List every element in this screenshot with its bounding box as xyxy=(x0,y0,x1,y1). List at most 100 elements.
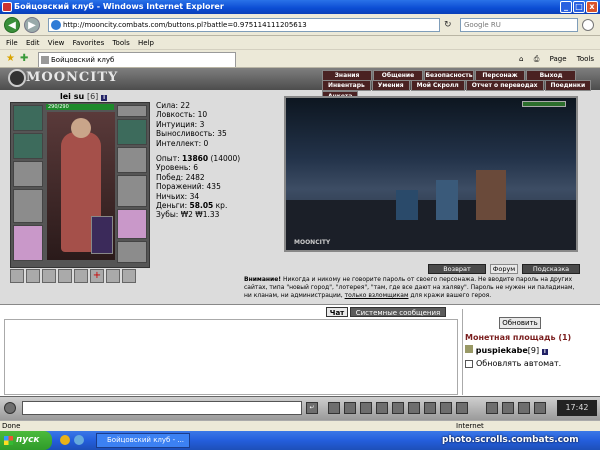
stat-row: Ловкость: 10 xyxy=(156,110,208,120)
ie-page-icon xyxy=(51,20,61,30)
back-arrow-icon[interactable]: ◀ xyxy=(4,17,20,33)
flag-icon[interactable] xyxy=(392,402,404,414)
slot-amulet[interactable] xyxy=(13,133,43,159)
location-scene[interactable]: MOONCITY xyxy=(284,96,578,252)
page-menu[interactable]: Page xyxy=(550,55,567,63)
character-portrait xyxy=(47,112,115,260)
home-icon[interactable]: ⌂ xyxy=(519,55,523,63)
menu-file[interactable]: File xyxy=(6,36,18,50)
add-favorites-icon[interactable]: ✚ xyxy=(20,53,28,64)
close-button[interactable]: x xyxy=(586,1,598,13)
slot-shield[interactable] xyxy=(117,175,147,207)
slot-gloves[interactable] xyxy=(117,147,147,173)
map-icon[interactable] xyxy=(424,402,436,414)
abc-icon[interactable] xyxy=(456,402,468,414)
window-title-bar: Бойцовский клуб - Windows Internet Explo… xyxy=(0,0,600,14)
belt-slot-7[interactable] xyxy=(106,269,120,283)
slot-earring[interactable] xyxy=(117,105,147,117)
start-button[interactable]: пуск xyxy=(0,431,52,450)
belt-slot-8[interactable] xyxy=(122,269,136,283)
back-button[interactable]: Возврат xyxy=(428,264,486,274)
forum-button[interactable]: Форум xyxy=(490,264,518,274)
figure-icon[interactable] xyxy=(360,402,372,414)
clan-tool-icon[interactable] xyxy=(502,402,514,414)
menu-view[interactable]: View xyxy=(48,36,65,50)
url-field[interactable]: http://mooncity.combats.com/buttons.pl?b… xyxy=(48,18,440,32)
slot-pants[interactable] xyxy=(117,209,147,239)
print-icon[interactable]: ⎙ xyxy=(534,55,540,63)
send-icon[interactable]: ↵ xyxy=(306,402,318,414)
tab-chat[interactable]: Чат xyxy=(326,307,348,317)
status-bar: Done Internet xyxy=(0,420,600,431)
ie-quicklaunch-icon[interactable] xyxy=(74,435,84,445)
scene-logo: MOONCITY xyxy=(294,239,331,246)
online-list: Обновить Монетная площадь (1) puspiekabe… xyxy=(462,309,596,395)
chat-settings-icon[interactable] xyxy=(4,402,16,414)
subnav-transfers[interactable]: Отчет о переводах xyxy=(465,80,544,91)
auto-refresh-checkbox[interactable]: Обновлять автомат. xyxy=(465,359,561,368)
stat-row: Выносливость: 35 xyxy=(156,129,227,139)
forward-arrow-icon[interactable]: ▶ xyxy=(24,17,40,33)
info-icon[interactable]: i xyxy=(101,95,108,101)
hint-button[interactable]: Подсказка xyxy=(522,264,580,274)
pet-icon[interactable] xyxy=(91,216,113,254)
menu-edit[interactable]: Edit xyxy=(26,36,40,50)
search-icon[interactable] xyxy=(582,19,594,31)
subnav-battles[interactable]: Поединки xyxy=(544,80,592,91)
progress-row: Побед: 2482 xyxy=(156,172,205,182)
status-text: Done xyxy=(2,422,21,430)
smile-icon[interactable] xyxy=(440,402,452,414)
maximize-button[interactable]: □ xyxy=(573,1,585,13)
watermark: photo.scrolls.combats.com xyxy=(442,435,579,445)
gift-icon[interactable] xyxy=(486,402,498,414)
window-title: Бойцовский клуб - Windows Internet Explo… xyxy=(14,2,224,11)
clan-icon xyxy=(465,345,473,353)
menu-favorites[interactable]: Favorites xyxy=(73,36,105,50)
belt-slot-1[interactable] xyxy=(10,269,24,283)
tools-menu[interactable]: Tools xyxy=(577,55,594,63)
subnav-inventory[interactable]: Инвентарь xyxy=(322,80,371,91)
tab-system-messages[interactable]: Системные сообщения xyxy=(350,307,446,317)
minimize-button[interactable]: _ xyxy=(560,1,572,13)
belt-slot-3[interactable] xyxy=(42,269,56,283)
favorites-star-icon[interactable]: ★ xyxy=(6,53,15,64)
game-header: MOONCITY Знания Общение Безопасность Персон… xyxy=(0,68,600,102)
slot-helmet[interactable] xyxy=(13,105,43,131)
info-icon[interactable]: i xyxy=(541,349,548,355)
chat-input[interactable] xyxy=(22,401,302,415)
slot-rings[interactable] xyxy=(117,119,147,145)
scene-building[interactable] xyxy=(396,190,418,220)
subnav-my-scroll[interactable]: Мой Скролл xyxy=(410,80,465,91)
refresh-icon[interactable]: ↻ xyxy=(444,20,452,30)
exit-icon[interactable] xyxy=(534,402,546,414)
belt-slot-4[interactable] xyxy=(58,269,72,283)
menu-help[interactable]: Help xyxy=(138,36,154,50)
battle-icon[interactable] xyxy=(376,402,388,414)
menu-tools[interactable]: Tools xyxy=(112,36,129,50)
slot-boots[interactable] xyxy=(117,241,147,263)
warning-link[interactable]: только взломщикам xyxy=(345,292,409,299)
online-user[interactable]: puspiekabe[9] i xyxy=(465,345,548,355)
subnav-skills[interactable]: Умения xyxy=(371,80,410,91)
firefox-quicklaunch-icon[interactable] xyxy=(60,435,70,445)
belt-slot-5[interactable] xyxy=(74,269,88,283)
mail-icon[interactable] xyxy=(408,402,420,414)
slot-weapon[interactable] xyxy=(13,189,43,223)
character-name[interactable]: lei su [6] i xyxy=(60,92,108,101)
quest-icon[interactable] xyxy=(518,402,530,414)
chat-log[interactable] xyxy=(4,319,458,395)
belt-slot-2[interactable] xyxy=(26,269,40,283)
refresh-button[interactable]: Обновить xyxy=(499,317,541,329)
scene-building[interactable] xyxy=(436,180,458,220)
stat-row: Интеллект: 0 xyxy=(156,138,209,148)
slot-armor[interactable] xyxy=(13,225,43,261)
scene-tower[interactable] xyxy=(476,170,506,220)
brush-icon[interactable] xyxy=(328,402,340,414)
book-icon[interactable] xyxy=(344,402,356,414)
heal-cross-icon[interactable]: + xyxy=(90,269,104,283)
search-input[interactable]: Google RU xyxy=(460,18,578,32)
checkbox[interactable] xyxy=(465,359,473,368)
taskbar-ie-item[interactable]: Бойцовский клуб - ... xyxy=(96,433,190,448)
tab-active[interactable]: Бойцовский клуб xyxy=(38,52,236,67)
slot-bracers[interactable] xyxy=(13,161,43,187)
